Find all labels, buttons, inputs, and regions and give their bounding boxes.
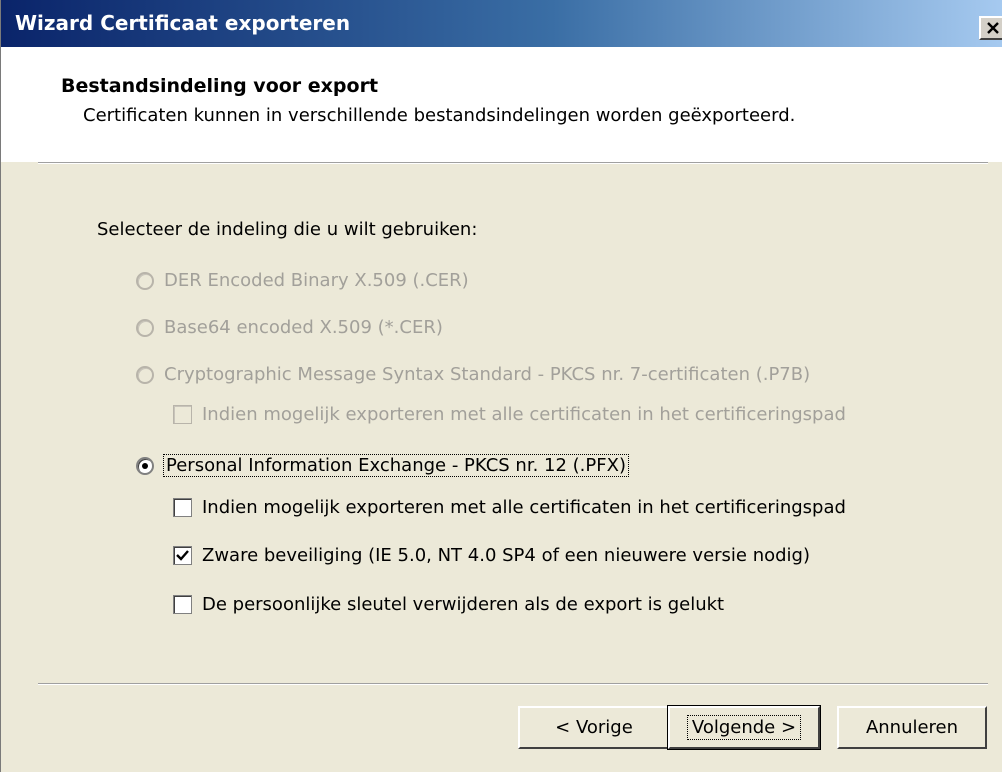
radio-p7b[interactable] bbox=[136, 365, 154, 384]
back-button[interactable]: < Vorige bbox=[518, 706, 670, 749]
checkbox-pfx-include-path[interactable] bbox=[173, 498, 192, 517]
pfx-include-path-label: Indien mogelijk exporteren met alle cert… bbox=[202, 497, 846, 518]
cancel-button-label: Annuleren bbox=[865, 717, 959, 738]
next-button[interactable]: Volgende > bbox=[667, 705, 821, 750]
header-divider bbox=[38, 162, 988, 164]
pfx-option-delete-key[interactable]: De persoonlijke sleutel verwijderen als … bbox=[173, 594, 724, 615]
format-label-base64: Base64 encoded X.509 (*.CER) bbox=[164, 317, 443, 338]
format-label-pfx: Personal Information Exchange - PKCS nr.… bbox=[163, 454, 629, 477]
format-label-p7b: Cryptographic Message Syntax Standard - … bbox=[164, 364, 811, 385]
radio-pfx[interactable] bbox=[136, 456, 154, 475]
p7b-option-include-path[interactable]: Indien mogelijk exporteren met alle cert… bbox=[173, 404, 846, 425]
format-prompt: Selecteer de indeling die u wilt gebruik… bbox=[97, 219, 478, 240]
format-option-pfx[interactable]: Personal Information Exchange - PKCS nr.… bbox=[136, 454, 629, 477]
strong-protection-label: Zware beveiliging (IE 5.0, NT 4.0 SP4 of… bbox=[202, 545, 811, 566]
next-button-label: Volgende > bbox=[686, 715, 802, 740]
format-option-p7b[interactable]: Cryptographic Message Syntax Standard - … bbox=[136, 364, 810, 385]
radio-selected-dot bbox=[142, 462, 148, 469]
format-label-der: DER Encoded Binary X.509 (.CER) bbox=[164, 270, 469, 291]
pfx-option-strong-protection[interactable]: Zware beveiliging (IE 5.0, NT 4.0 SP4 of… bbox=[173, 545, 810, 566]
page-subtitle: Certificaten kunnen in verschillende bes… bbox=[83, 105, 796, 126]
radio-der[interactable] bbox=[136, 271, 154, 290]
checkmark-icon bbox=[176, 550, 189, 561]
footer-divider bbox=[38, 683, 988, 685]
close-button[interactable] bbox=[979, 16, 1002, 40]
cancel-button[interactable]: Annuleren bbox=[837, 706, 987, 749]
export-wizard-window: Wizard Certificaat exporteren Bestandsin… bbox=[0, 0, 1002, 772]
header-panel: Bestandsindeling voor export Certificate… bbox=[1, 47, 1002, 162]
checkbox-delete-private-key[interactable] bbox=[173, 595, 192, 614]
checkbox-strong-protection[interactable] bbox=[173, 546, 192, 565]
pfx-option-include-path[interactable]: Indien mogelijk exporteren met alle cert… bbox=[173, 497, 846, 518]
format-option-base64[interactable]: Base64 encoded X.509 (*.CER) bbox=[136, 317, 443, 338]
back-button-label: < Vorige bbox=[555, 717, 633, 738]
checkbox-p7b-include-path[interactable] bbox=[173, 405, 192, 424]
radio-base64[interactable] bbox=[136, 318, 154, 337]
window-title: Wizard Certificaat exporteren bbox=[15, 11, 351, 35]
close-icon bbox=[987, 22, 999, 34]
delete-private-key-label: De persoonlijke sleutel verwijderen als … bbox=[202, 594, 725, 615]
title-bar[interactable]: Wizard Certificaat exporteren bbox=[1, 0, 1002, 47]
format-option-der[interactable]: DER Encoded Binary X.509 (.CER) bbox=[136, 270, 469, 291]
p7b-include-path-label: Indien mogelijk exporteren met alle cert… bbox=[202, 404, 846, 425]
page-title: Bestandsindeling voor export bbox=[61, 75, 379, 97]
